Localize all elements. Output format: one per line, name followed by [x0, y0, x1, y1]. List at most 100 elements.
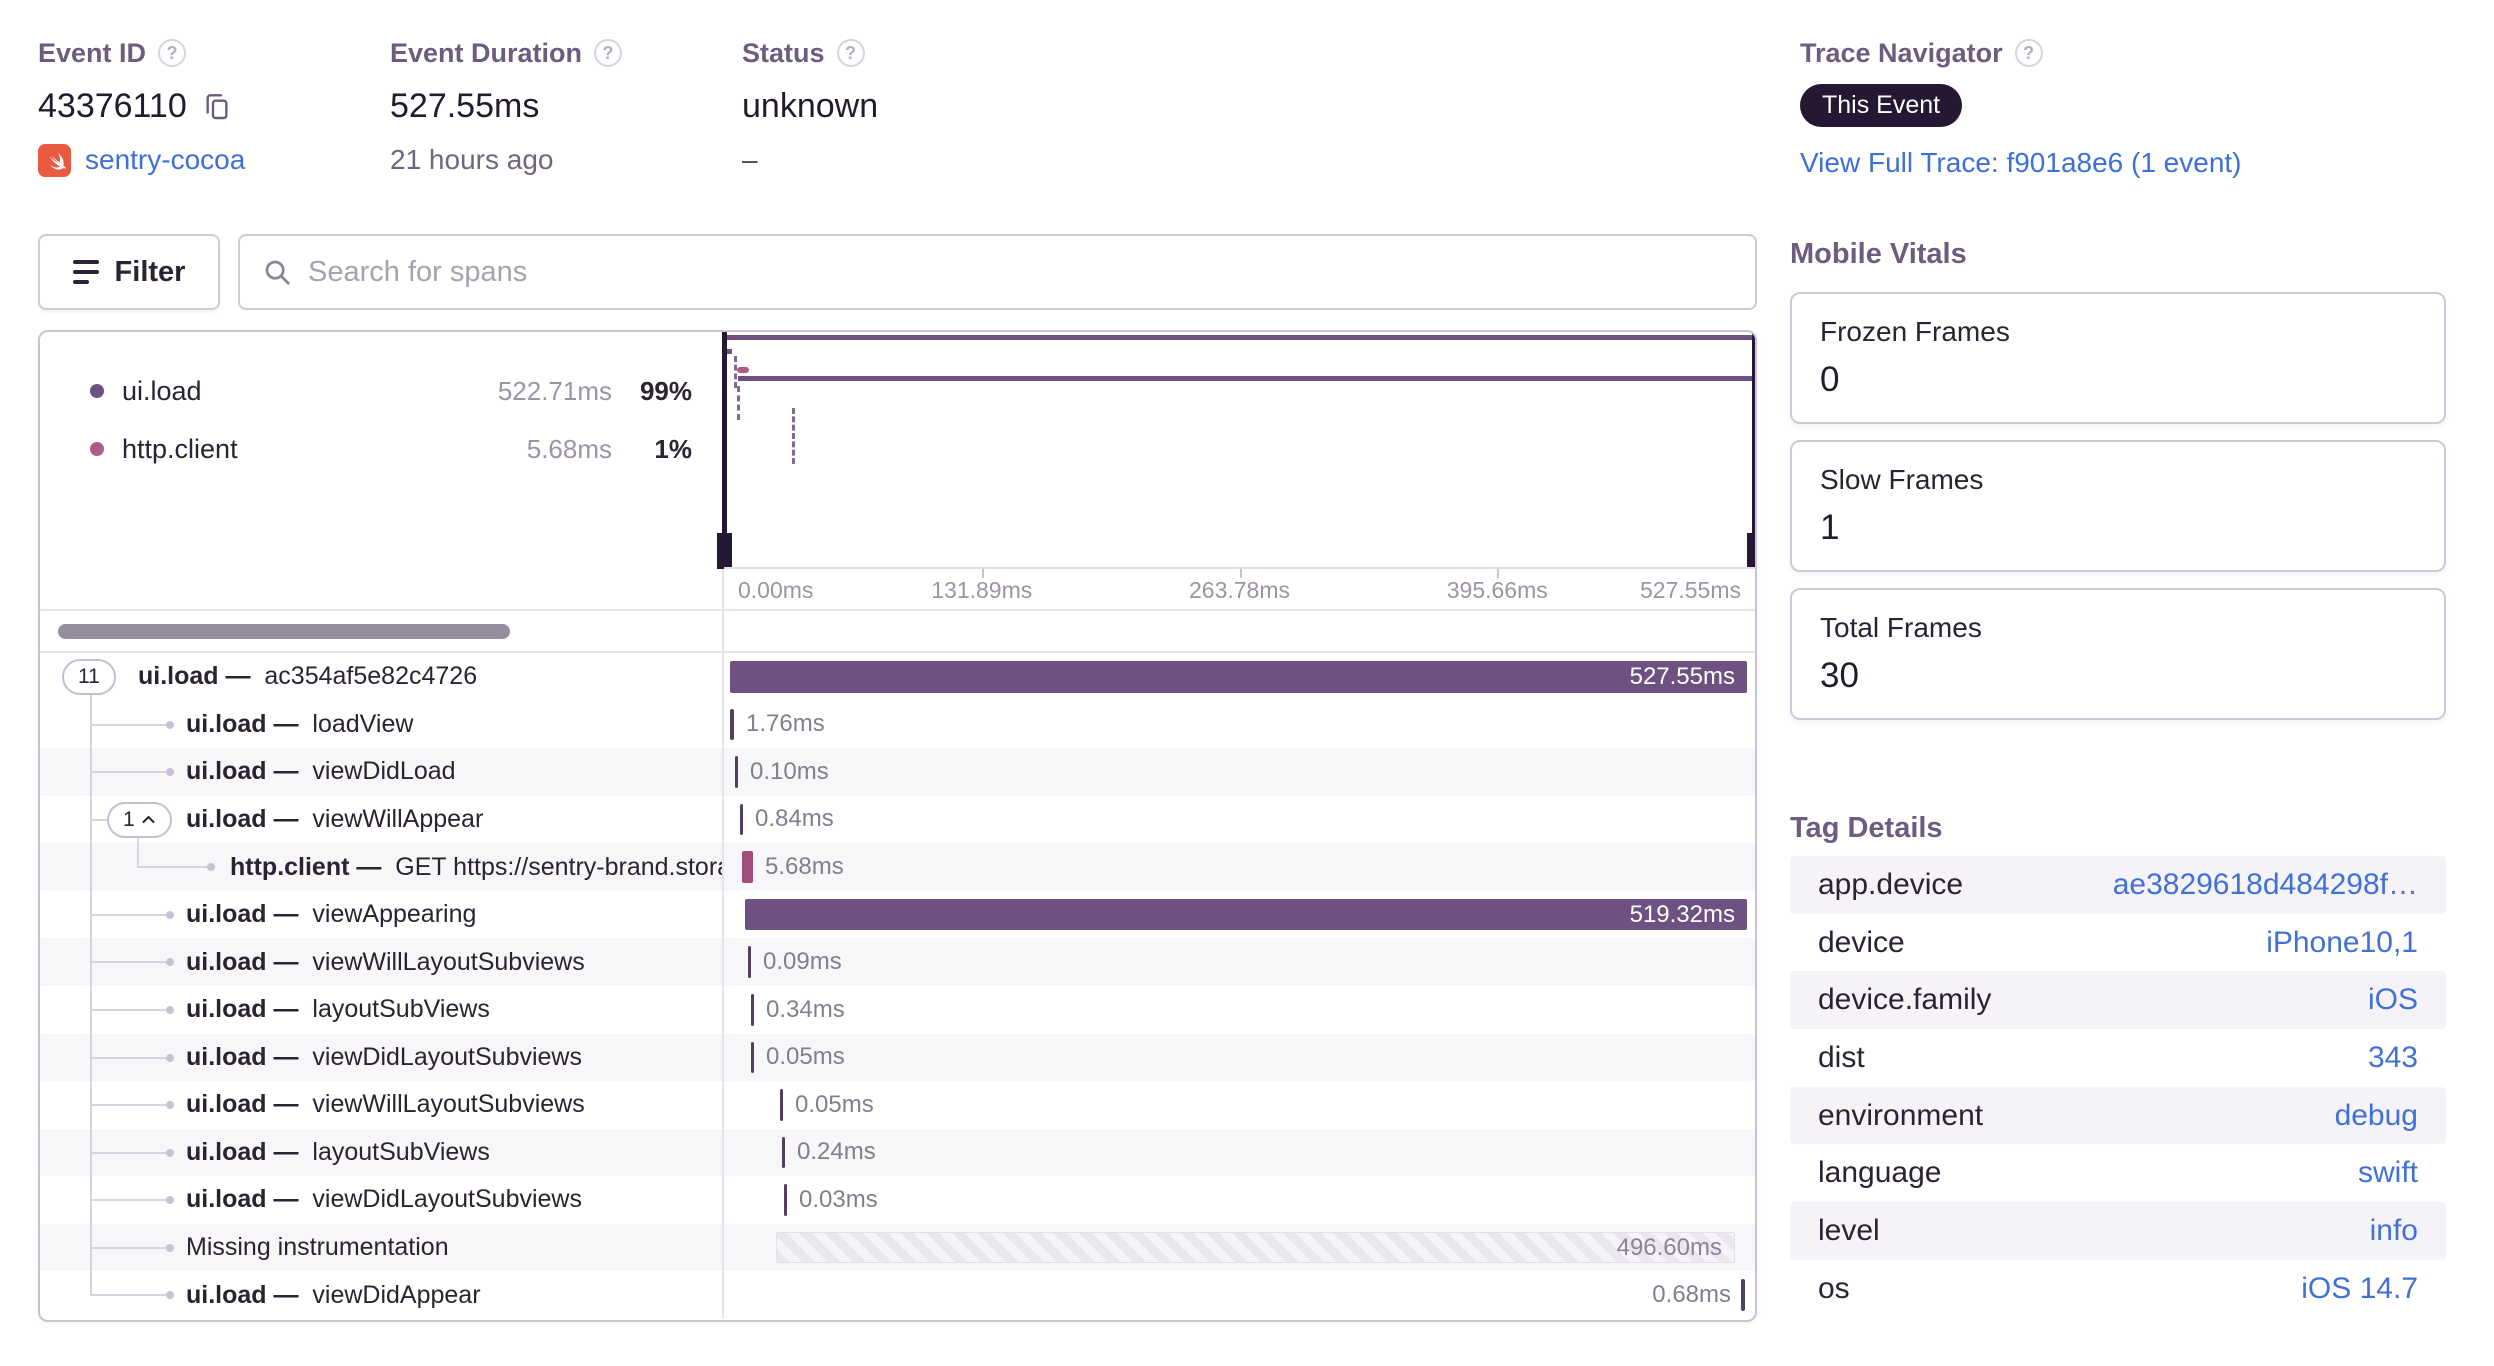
span-label[interactable]: http.client — GET https://sentry-brand.s…: [230, 843, 722, 891]
tag-value-link[interactable]: 343: [2368, 1041, 2418, 1075]
span-bar-lane[interactable]: 496.60ms: [724, 1224, 1755, 1272]
tag-value-link[interactable]: iPhone10,1: [2266, 926, 2418, 960]
minimap-left-handle[interactable]: [722, 332, 727, 533]
span-bar[interactable]: [782, 1136, 785, 1169]
span-bar[interactable]: [751, 993, 754, 1026]
help-icon[interactable]: ?: [2014, 39, 2043, 67]
span-bar-lane[interactable]: 0.24ms: [724, 1129, 1755, 1177]
span-bar[interactable]: [748, 946, 751, 978]
span-label[interactable]: Missing instrumentation: [186, 1224, 449, 1272]
minimap-right-handle-grip[interactable]: [1747, 533, 1755, 569]
span-bar-lane[interactable]: 0.05ms: [724, 1034, 1755, 1082]
span-row[interactable]: ui.load — layoutSubViews 0.24ms: [40, 1128, 1755, 1177]
span-label[interactable]: ui.load — viewDidLoad: [186, 748, 456, 796]
span-label[interactable]: ui.load — viewDidLayoutSubviews: [186, 1034, 582, 1082]
span-row[interactable]: ui.load — viewDidLayoutSubviews 0.05ms: [40, 1033, 1755, 1082]
span-bar[interactable]: 519.32ms: [745, 898, 1747, 931]
span-tree-cell[interactable]: Missing instrumentation: [40, 1223, 724, 1272]
span-tree-cell[interactable]: http.client — GET https://sentry-brand.s…: [40, 843, 724, 891]
minimap-left-handle-grip[interactable]: [717, 533, 732, 569]
span-bar-lane[interactable]: 0.34ms: [724, 986, 1755, 1034]
span-bar-lane[interactable]: 5.68ms: [724, 843, 1755, 891]
span-bar[interactable]: [742, 851, 753, 883]
span-bar[interactable]: [1741, 1279, 1745, 1311]
span-row[interactable]: ui.load — layoutSubViews 0.34ms: [40, 985, 1755, 1034]
span-bar[interactable]: [730, 708, 734, 741]
span-row[interactable]: Missing instrumentation 496.60ms: [40, 1223, 1755, 1272]
span-row[interactable]: ui.load — viewDidAppear 0.68ms: [40, 1271, 1755, 1319]
span-bar-lane[interactable]: 0.10ms: [724, 748, 1755, 796]
span-row[interactable]: 1 ui.load — viewWillAppear 0.84ms: [40, 795, 1755, 844]
minimap-viewappearing-span: [738, 376, 1755, 381]
span-row[interactable]: ui.load — viewAppearing 519.32ms: [40, 890, 1755, 939]
span-bar[interactable]: [735, 756, 738, 788]
span-bar-lane[interactable]: 519.32ms: [724, 891, 1755, 939]
tree-node-dot: [166, 1243, 174, 1252]
help-icon[interactable]: ?: [836, 39, 865, 67]
minimap[interactable]: 0.00ms 131.89ms 263.78ms 395.66ms 527.55ms: [717, 332, 1755, 609]
span-label[interactable]: ui.load — layoutSubViews: [186, 986, 490, 1034]
search-input[interactable]: [308, 255, 1733, 289]
span-label[interactable]: ui.load — viewWillLayoutSubviews: [186, 1081, 585, 1129]
span-tree-cell[interactable]: ui.load — viewWillLayoutSubviews: [40, 938, 724, 986]
span-tree-cell[interactable]: ui.load — viewDidLayoutSubviews: [40, 1176, 724, 1224]
span-tree-cell[interactable]: ui.load — loadView: [40, 700, 724, 749]
span-label[interactable]: ui.load — layoutSubViews: [186, 1129, 490, 1177]
span-expand-pill[interactable]: 1: [107, 801, 172, 838]
filter-button[interactable]: Filter: [38, 234, 220, 310]
minimap-connector: [792, 408, 795, 464]
span-children-count-pill[interactable]: 11: [62, 659, 116, 695]
span-tree-cell[interactable]: ui.load — layoutSubViews: [40, 985, 724, 1034]
span-bar[interactable]: 527.55ms: [730, 661, 1747, 693]
span-bar-lane[interactable]: 0.05ms: [724, 1081, 1755, 1129]
span-tree-cell[interactable]: ui.load — viewDidAppear: [40, 1271, 724, 1319]
minimap-right-handle[interactable]: [1752, 332, 1755, 533]
span-tree-cell[interactable]: ui.load — viewWillLayoutSubviews: [40, 1081, 724, 1129]
span-row[interactable]: ui.load — loadView 1.76ms: [40, 700, 1755, 749]
span-bar-lane[interactable]: 527.55ms: [724, 653, 1755, 701]
missing-instrumentation-bar[interactable]: 496.60ms: [776, 1231, 1735, 1264]
span-tree-cell[interactable]: ui.load — viewDidLoad: [40, 748, 724, 796]
span-tree-cell[interactable]: ui.load — layoutSubViews: [40, 1128, 724, 1177]
span-row[interactable]: ui.load — viewDidLayoutSubviews 0.03ms: [40, 1176, 1755, 1224]
copy-icon[interactable]: [201, 90, 233, 122]
span-row[interactable]: ui.load — viewDidLoad 0.10ms: [40, 748, 1755, 796]
span-duration-label: 5.68ms: [765, 853, 844, 881]
span-tree-cell[interactable]: ui.load — viewDidLayoutSubviews: [40, 1033, 724, 1082]
project-link[interactable]: sentry-cocoa: [85, 144, 245, 176]
span-row[interactable]: http.client — GET https://sentry-brand.s…: [40, 843, 1755, 891]
help-icon[interactable]: ?: [158, 39, 187, 67]
span-bar[interactable]: [784, 1184, 787, 1216]
tag-value-link[interactable]: ae3829618d484298f…: [2113, 868, 2418, 902]
span-bar[interactable]: [740, 803, 743, 836]
span-label[interactable]: ui.load — viewWillLayoutSubviews: [186, 938, 585, 986]
view-full-trace-link[interactable]: View Full Trace: f901a8e6 (1 event): [1800, 147, 2242, 179]
span-bar[interactable]: [751, 1041, 754, 1074]
span-row[interactable]: ui.load — viewWillLayoutSubviews 0.09ms: [40, 938, 1755, 986]
span-label[interactable]: ui.load — viewWillAppear: [186, 796, 483, 844]
span-bar-lane[interactable]: 0.68ms: [724, 1271, 1755, 1319]
span-bar[interactable]: [780, 1089, 783, 1121]
axis-tick-label: 527.55ms: [1639, 577, 1741, 603]
span-tree-cell[interactable]: 11 ui.load — ac354af5e82c4726: [40, 653, 724, 701]
tag-value-link[interactable]: iOS 14.7: [2301, 1272, 2418, 1306]
span-bar-lane[interactable]: 0.03ms: [724, 1176, 1755, 1224]
tag-value-link[interactable]: debug: [2335, 1099, 2418, 1133]
span-label[interactable]: ui.load — viewDidLayoutSubviews: [186, 1176, 582, 1224]
span-tree-cell[interactable]: ui.load — viewAppearing: [40, 890, 724, 939]
tag-value-link[interactable]: iOS: [2368, 983, 2418, 1017]
tag-value-link[interactable]: swift: [2358, 1156, 2418, 1190]
span-label[interactable]: ui.load — ac354af5e82c4726: [138, 653, 477, 701]
span-label[interactable]: ui.load — loadView: [186, 701, 413, 749]
span-bar-lane[interactable]: 0.84ms: [724, 796, 1755, 844]
horizontal-scrollbar-thumb[interactable]: [58, 624, 510, 639]
span-tree-cell[interactable]: 1 ui.load — viewWillAppear: [40, 795, 724, 844]
span-bar-lane[interactable]: 1.76ms: [724, 701, 1755, 749]
span-row[interactable]: ui.load — viewWillLayoutSubviews 0.05ms: [40, 1081, 1755, 1129]
span-label[interactable]: ui.load — viewDidAppear: [186, 1271, 481, 1319]
help-icon[interactable]: ?: [594, 39, 623, 67]
span-label[interactable]: ui.load — viewAppearing: [186, 891, 476, 939]
span-row[interactable]: 11 ui.load — ac354af5e82c4726 527.55ms: [40, 653, 1755, 701]
span-bar-lane[interactable]: 0.09ms: [724, 938, 1755, 986]
tag-value-link[interactable]: info: [2370, 1214, 2418, 1248]
